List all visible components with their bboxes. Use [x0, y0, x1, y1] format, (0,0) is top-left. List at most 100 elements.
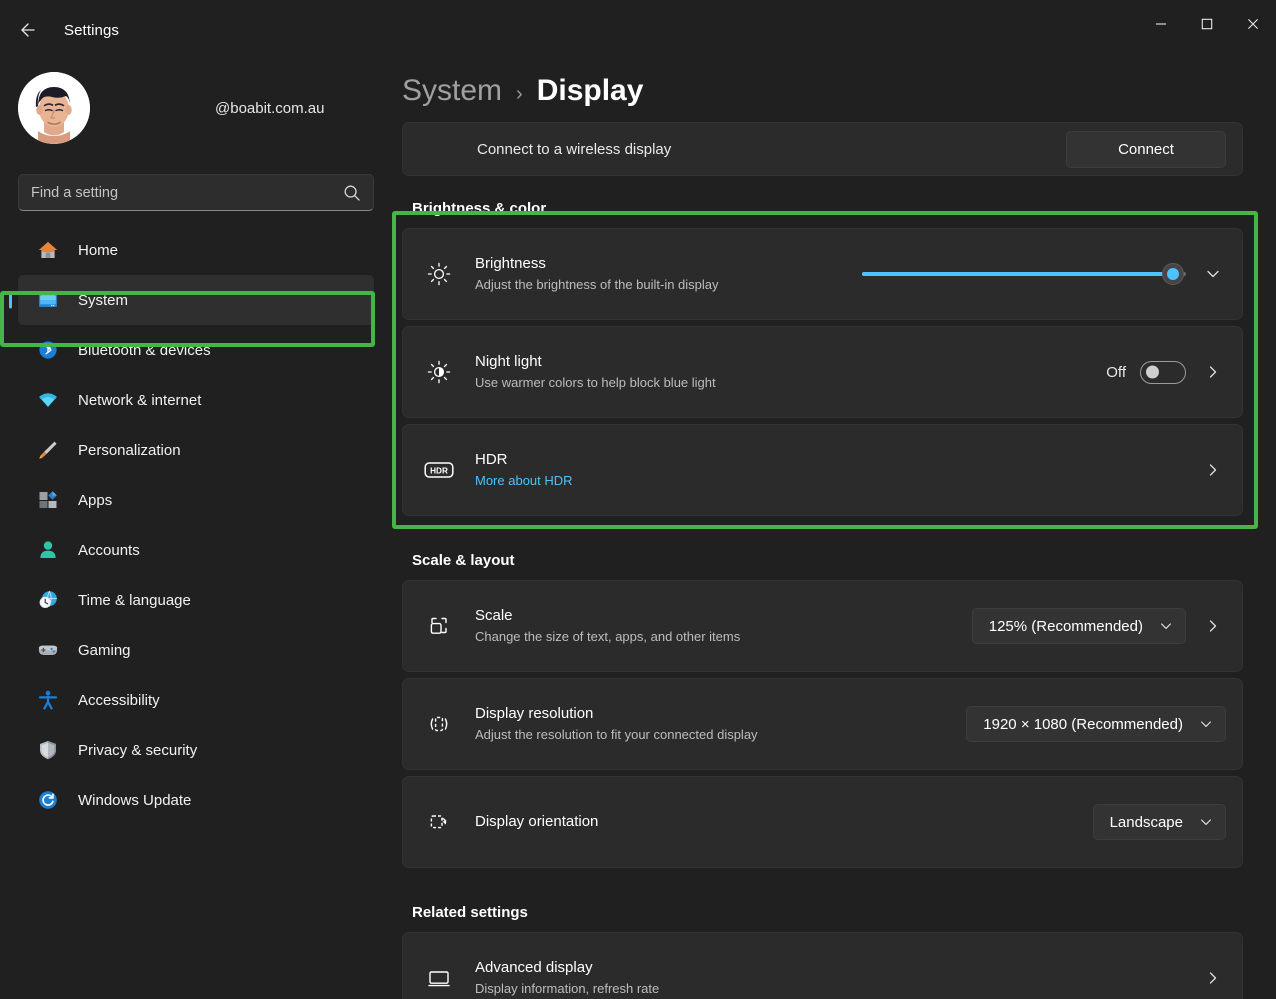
sidebar-item-accessibility[interactable]: Accessibility [18, 675, 374, 725]
night-light-subtitle: Use warmer colors to help block blue lig… [475, 375, 716, 391]
window-body: @boabit.com.au Find a setting Home Syste… [0, 60, 1276, 999]
sidebar-item-label: Accessibility [78, 691, 160, 709]
brightness-color-section-title: Brightness & color [412, 200, 547, 217]
chevron-right-icon[interactable] [1200, 359, 1226, 385]
slider-thumb[interactable] [1162, 263, 1185, 285]
search-box[interactable] [18, 174, 374, 211]
night-light-row[interactable]: Night light Use warmer colors to help bl… [403, 327, 1242, 417]
sidebar-item-accounts[interactable]: Accounts [18, 525, 374, 575]
sidebar-item-label: Apps [78, 491, 113, 509]
advanced-display-title: Advanced display [475, 958, 593, 976]
scale-dropdown[interactable]: 125% (Recommended) [971, 608, 1186, 644]
back-arrow-icon [21, 23, 35, 37]
close-button[interactable] [1230, 0, 1276, 48]
orientation-text: Display orientation [475, 812, 1081, 832]
wifi-icon [36, 388, 60, 412]
scale-row-card[interactable]: Scale Change the size of text, apps, and… [402, 580, 1243, 672]
bluetooth-icon [36, 338, 60, 362]
advanced-display-row[interactable]: Advanced display Display information, re… [403, 933, 1242, 999]
sidebar-item-apps[interactable]: Apps [18, 475, 374, 525]
orientation-controls: Landscape [1092, 804, 1226, 840]
night-light-toggle[interactable] [1140, 360, 1186, 384]
scale-row[interactable]: Scale Change the size of text, apps, and… [403, 581, 1242, 671]
display-resolution-row[interactable]: Display resolution Adjust the resolution… [403, 679, 1242, 769]
chevron-down-icon[interactable] [1200, 261, 1226, 287]
resolution-subtitle: Adjust the resolution to fit your connec… [475, 727, 758, 743]
toggle-knob [1146, 365, 1159, 379]
wireless-display-card: Connect to a wireless display Connect [402, 122, 1243, 176]
settings-window: Settings @boabit.com.au Find a setting H… [0, 0, 1276, 999]
shield-icon [36, 738, 60, 762]
chevron-right-icon[interactable] [1200, 457, 1226, 483]
search-icon [343, 184, 361, 202]
orientation-row-card[interactable]: Display orientation Landscape [402, 776, 1243, 868]
orientation-dropdown[interactable]: Landscape [1092, 804, 1226, 840]
advanced-display-row-card[interactable]: Advanced display Display information, re… [402, 932, 1243, 999]
related-settings-section-title: Related settings [412, 904, 528, 921]
sidebar-item-label: Bluetooth & devices [78, 341, 211, 359]
page-title: Display [536, 74, 644, 107]
chevron-right-icon[interactable] [1200, 965, 1226, 991]
sidebar-item-label: System [78, 291, 129, 309]
night-light-state-label: Off [1106, 363, 1126, 381]
night-light-row-card[interactable]: Night light Use warmer colors to help bl… [402, 326, 1243, 418]
scale-resize-icon [403, 613, 475, 639]
hdr-row[interactable]: HDR HDR More about HDR [403, 425, 1242, 515]
hdr-controls [1200, 457, 1226, 483]
back-button[interactable] [9, 12, 45, 48]
sidebar-item-privacy-security[interactable]: Privacy & security [18, 725, 374, 775]
slider-fill [862, 272, 1174, 276]
hdr-badge-icon: HDR [403, 459, 475, 481]
sidebar-item-home[interactable]: Home [18, 225, 374, 275]
home-icon [36, 238, 60, 262]
app-title: Settings [64, 21, 119, 39]
minimize-button[interactable] [1138, 0, 1184, 48]
sidebar-item-label: Gaming [78, 641, 131, 659]
hdr-text: HDR More about HDR [475, 450, 1188, 490]
sidebar-item-windows-update[interactable]: Windows Update [18, 775, 374, 825]
connect-button[interactable]: Connect [1066, 130, 1226, 168]
brightness-row[interactable]: Brightness Adjust the brightness of the … [403, 229, 1242, 319]
breadcrumb-system[interactable]: System [402, 74, 502, 108]
breadcrumb-separator-icon: › [516, 83, 523, 105]
search-input[interactable] [31, 184, 343, 201]
title-bar: Settings [0, 0, 1276, 60]
brightness-row-card[interactable]: Brightness Adjust the brightness of the … [402, 228, 1243, 320]
maximize-button[interactable] [1184, 0, 1230, 48]
resolution-controls: 1920 × 1080 (Recommended) [966, 706, 1226, 742]
sidebar-item-gaming[interactable]: Gaming [18, 625, 374, 675]
monitor-icon [403, 965, 475, 991]
advanced-display-controls [1200, 965, 1226, 991]
advanced-display-subtitle: Display information, refresh rate [475, 981, 660, 997]
brightness-slider[interactable] [862, 258, 1186, 290]
orientation-title: Display orientation [475, 812, 599, 830]
scale-title: Scale [475, 606, 513, 624]
sidebar-item-label: Home [78, 241, 119, 259]
resolution-dropdown[interactable]: 1920 × 1080 (Recommended) [966, 706, 1226, 742]
wireless-display-label: Connect to a wireless display [477, 140, 672, 158]
sidebar: @boabit.com.au Find a setting Home Syste… [0, 60, 392, 999]
night-light-controls: Off [1106, 359, 1226, 385]
sidebar-item-system[interactable]: System [18, 275, 374, 325]
hdr-row-card[interactable]: HDR HDR More about HDR [402, 424, 1243, 516]
user-avatar-icon [18, 72, 90, 144]
sidebar-item-time-language[interactable]: Time & language [18, 575, 374, 625]
search-container [0, 156, 392, 211]
display-orientation-row[interactable]: Display orientation Landscape [403, 777, 1242, 867]
gamepad-icon [36, 638, 60, 662]
chevron-right-icon[interactable] [1200, 613, 1226, 639]
sidebar-item-personalization[interactable]: Personalization [18, 425, 374, 475]
account-name: @boabit.com.au [215, 99, 325, 117]
account-block[interactable]: @boabit.com.au [0, 60, 392, 156]
advanced-display-text: Advanced display Display information, re… [475, 958, 1188, 998]
more-about-hdr-link[interactable]: More about HDR [475, 472, 1188, 490]
orientation-rotate-icon [403, 809, 475, 835]
sidebar-item-network-internet[interactable]: Network & internet [18, 375, 374, 425]
resolution-value: 1920 × 1080 (Recommended) [983, 715, 1183, 733]
scale-controls: 125% (Recommended) [971, 608, 1226, 644]
sidebar-item-bluetooth-devices[interactable]: Bluetooth & devices [18, 325, 374, 375]
scale-layout-section-title: Scale & layout [412, 552, 515, 569]
brightness-title: Brightness [475, 254, 546, 272]
sidebar-nav: Home System Bluetooth & devices Network … [0, 225, 392, 825]
resolution-row-card[interactable]: Display resolution Adjust the resolution… [402, 678, 1243, 770]
